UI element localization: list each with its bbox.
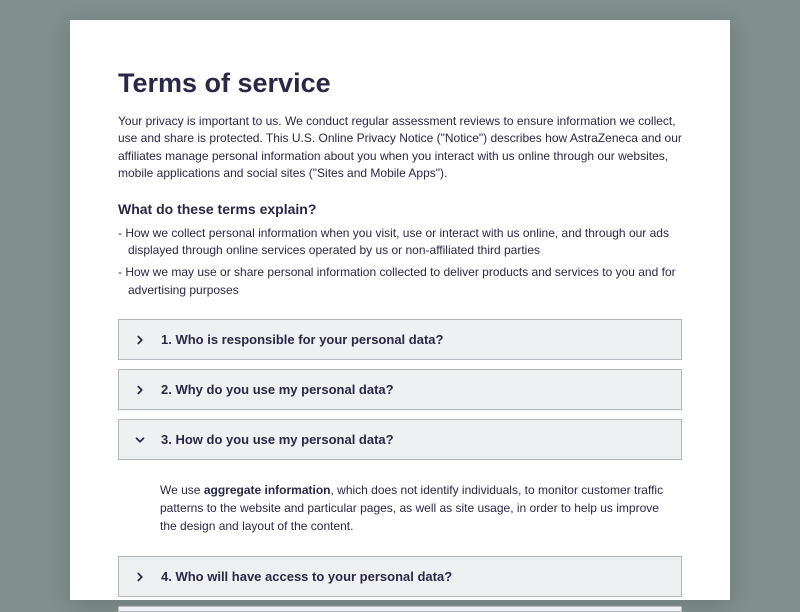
accordion-header[interactable]: 2. Why do you use my personal data? [119, 370, 681, 409]
accordion-title: 2. Why do you use my personal data? [161, 382, 394, 397]
accordion-item-3: 3. How do you use my personal data? [118, 419, 682, 460]
accordion-item-1: 1. Who is responsible for your personal … [118, 319, 682, 360]
accordion: 1. Who is responsible for your personal … [118, 319, 682, 612]
body-text-prefix: We use [160, 483, 204, 497]
body-text-bold: aggregate information [204, 483, 331, 497]
chevron-right-icon [133, 383, 147, 397]
page-title: Terms of service [118, 68, 682, 99]
accordion-title: 1. Who is responsible for your personal … [161, 332, 443, 347]
accordion-header[interactable]: 1. Who is responsible for your personal … [119, 320, 681, 359]
accordion-title: 3. How do you use my personal data? [161, 432, 394, 447]
accordion-body: We use aggregate information, which does… [118, 469, 682, 547]
chevron-right-icon [133, 570, 147, 584]
accordion-header[interactable]: 4. Who will have access to your personal… [119, 557, 681, 596]
bullet-list: How we collect personal information when… [118, 225, 682, 300]
bullet-item: How we collect personal information when… [118, 225, 682, 260]
subheading: What do these terms explain? [118, 201, 682, 217]
accordion-item-4: 4. Who will have access to your personal… [118, 556, 682, 597]
accordion-item-5 [118, 606, 682, 612]
accordion-header[interactable]: 3. How do you use my personal data? [119, 420, 681, 459]
chevron-down-icon [133, 433, 147, 447]
document-page: Terms of service Your privacy is importa… [70, 20, 730, 600]
accordion-title: 4. Who will have access to your personal… [161, 569, 452, 584]
bullet-item: How we may use or share personal informa… [118, 264, 682, 299]
accordion-item-2: 2. Why do you use my personal data? [118, 369, 682, 410]
intro-paragraph: Your privacy is important to us. We cond… [118, 113, 682, 183]
chevron-right-icon [133, 333, 147, 347]
